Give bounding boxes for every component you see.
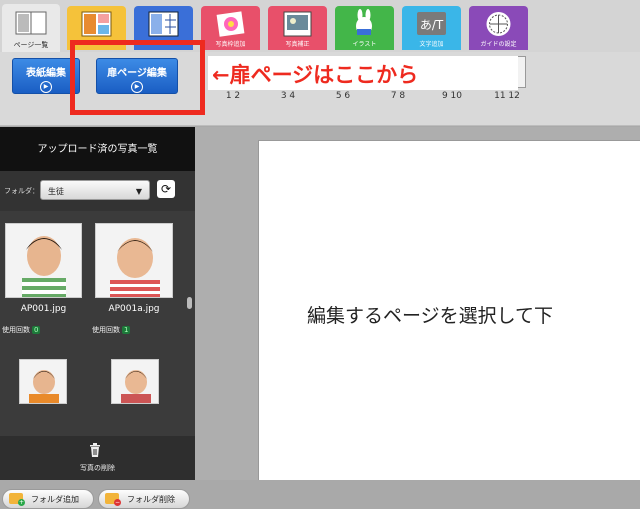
use-count-label: 使用回数 [92, 326, 120, 334]
page-list-icon [2, 7, 60, 37]
tab-label: ガイドの設定 [480, 41, 517, 48]
photo-item[interactable]: AP001.jpg 使用回数 0 [0, 211, 90, 341]
add-folder-label: フォルダ追加 [31, 495, 79, 504]
photo-filename: AP001a.jpg [108, 304, 160, 314]
instruction-text: 編集するページを選択して下 [307, 305, 554, 327]
svg-text:あ/T: あ/T [420, 18, 444, 32]
uploaded-photos-panel: アップロード済の写真一覧 フォルダ： 生徒 ▼ ⟳ AP001.jpg 使用回数… [0, 127, 195, 509]
tab-page-list[interactable]: ページ一覧 [2, 4, 60, 52]
spread-number[interactable]: 7 8 [378, 91, 418, 101]
layout-icon [67, 9, 126, 39]
minus-icon: − [114, 499, 121, 506]
trash-icon [89, 442, 101, 457]
photo-item[interactable]: AP001a.jpg 使用回数 1 [90, 211, 185, 341]
folder-select[interactable]: 生徒 ▼ [40, 180, 150, 200]
use-count: 使用回数 0 [2, 325, 41, 335]
spread-number[interactable]: 1 2 [213, 91, 253, 101]
photo-list: AP001.jpg 使用回数 0 AP001a.jpg 使用回数 1 + フォル… [0, 211, 195, 509]
folder-value: 生徒 [48, 187, 64, 196]
photo-thumbnail[interactable] [5, 223, 82, 298]
delete-photo-label: 写真の削除 [80, 464, 115, 472]
tab-text-add[interactable]: あ/T 文字追加 [402, 6, 461, 50]
photo-filename: AP001.jpg [20, 304, 67, 314]
highlight-box [70, 40, 205, 115]
use-count-label: 使用回数 [2, 326, 30, 334]
delete-folder-label: フォルダ削除 [127, 495, 175, 504]
refresh-icon[interactable]: ⟳ [157, 180, 175, 198]
use-count-badge: 0 [32, 326, 41, 334]
guide-icon [469, 9, 528, 39]
panel-title: アップロード済の写真一覧 [0, 127, 195, 171]
spread-number[interactable]: 3 4 [268, 91, 308, 101]
photo-thumbnail[interactable] [19, 359, 67, 404]
scrollbar-thumb[interactable] [187, 297, 192, 309]
use-count-badge: 1 [122, 326, 131, 334]
callout-annotation: ←扉ページはここから [208, 56, 518, 90]
delete-folder-button[interactable]: − フォルダ削除 [98, 489, 190, 509]
grid-icon [134, 9, 193, 39]
illustration-icon [335, 9, 394, 39]
photo-frame-icon [201, 9, 260, 39]
folder-row: フォルダ： 生徒 ▼ ⟳ [0, 171, 195, 211]
page-sheet[interactable]: 編集するページを選択して下 [258, 140, 640, 480]
tab-label: 写真枠追加 [215, 41, 246, 48]
tab-photo-correct[interactable]: 写真補正 [268, 6, 327, 50]
photo-thumbnail[interactable] [95, 223, 173, 298]
text-add-icon: あ/T [402, 9, 461, 39]
cover-edit-label: 表紙編集 [26, 68, 66, 79]
tab-label: イラスト [352, 41, 377, 48]
tab-label: 文字追加 [419, 41, 444, 48]
delete-photo-button[interactable]: 写真の削除 [0, 436, 195, 480]
tab-illustration[interactable]: イラスト [335, 6, 394, 50]
tab-guide[interactable]: ガイドの設定 [469, 6, 528, 50]
play-icon: ▶ [40, 81, 52, 93]
tab-photo-frame[interactable]: 写真枠追加 [201, 6, 260, 50]
plus-icon: + [18, 499, 25, 506]
spread-number[interactable]: 11 12 [487, 91, 527, 101]
add-folder-button[interactable]: + フォルダ追加 [2, 489, 94, 509]
chevron-down-icon: ▼ [135, 187, 142, 196]
tab-label: ページ一覧 [13, 41, 49, 49]
spread-number[interactable]: 5 6 [323, 91, 363, 101]
photo-correct-icon [268, 9, 327, 39]
spread-number[interactable]: 9 10 [432, 91, 472, 101]
folder-label: フォルダ： [4, 187, 39, 195]
tab-label: 写真補正 [285, 41, 310, 48]
photo-thumbnail[interactable] [111, 359, 159, 404]
use-count: 使用回数 1 [92, 325, 131, 335]
